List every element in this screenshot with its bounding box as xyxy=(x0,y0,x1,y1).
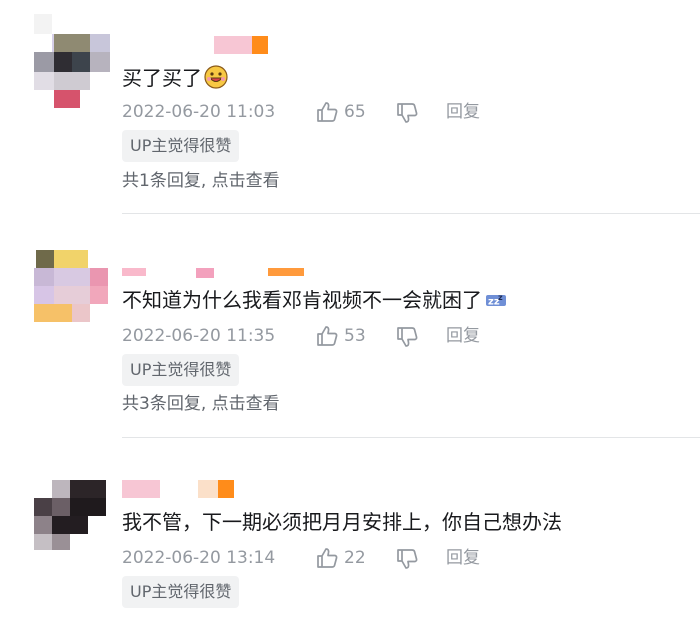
up-liked-badge: UP主觉得很赞 xyxy=(122,130,240,162)
comment-item: 我不管，下一期必须把月月安排上，你自己想办法 2022-06-20 13:14 … xyxy=(0,462,700,622)
reply-button[interactable]: 回复 xyxy=(446,100,480,124)
comment-text: 买了买了 xyxy=(122,64,228,92)
thumbs-down-icon[interactable] xyxy=(396,548,418,570)
thumbs-down-icon[interactable] xyxy=(396,102,418,124)
like-count: 53 xyxy=(344,326,366,346)
comment-meta: 2022-06-20 11:35 53 回复 xyxy=(122,324,502,348)
comment-text: 不知道为什么我看邓肯视频不一会就困了 zz z xyxy=(122,286,508,314)
comment-meta: 2022-06-20 13:14 22 回复 xyxy=(122,546,502,570)
up-liked-badge: UP主觉得很赞 xyxy=(122,576,240,608)
divider xyxy=(122,437,700,438)
reply-button[interactable]: 回复 xyxy=(446,324,480,348)
sleepy-zzz-emoji-icon: zzz xyxy=(486,293,506,308)
like-count: 22 xyxy=(344,548,366,568)
avatar[interactable] xyxy=(34,14,110,110)
like-button[interactable]: 22 xyxy=(316,546,368,570)
thumbs-up-icon xyxy=(317,326,338,346)
comment-item: 不知道为什么我看邓肯视频不一会就困了 zz z 2022-06-20 11:35 5… xyxy=(0,238,700,438)
thumbs-up-icon xyxy=(317,102,338,122)
username[interactable] xyxy=(122,268,312,288)
timestamp: 2022-06-20 13:14 xyxy=(122,548,276,568)
grinning-emoji-icon xyxy=(204,65,228,89)
svg-text:z: z xyxy=(498,293,503,302)
thumbs-up-icon xyxy=(317,548,338,568)
like-count: 65 xyxy=(344,102,366,122)
timestamp: 2022-06-20 11:03 xyxy=(122,102,276,122)
timestamp: 2022-06-20 11:35 xyxy=(122,326,276,346)
like-button[interactable]: 53 xyxy=(316,324,368,348)
avatar[interactable] xyxy=(34,238,110,334)
reply-button[interactable]: 回复 xyxy=(446,546,480,570)
username[interactable] xyxy=(122,480,262,500)
comment-text: 我不管，下一期必须把月月安排上，你自己想办法 xyxy=(122,510,562,534)
username[interactable] xyxy=(122,36,272,56)
up-liked-badge: UP主觉得很赞 xyxy=(122,354,240,386)
comment-item: 买了买了 2022-06-20 11:03 65 回复 UP主觉得很赞 共1条回… xyxy=(0,14,700,214)
comment-meta: 2022-06-20 11:03 65 回复 xyxy=(122,100,502,124)
thumbs-down-icon[interactable] xyxy=(396,326,418,348)
divider xyxy=(122,213,700,214)
avatar[interactable] xyxy=(34,462,110,558)
view-replies-link[interactable]: 共1条回复, 点击查看 xyxy=(122,169,280,193)
like-button[interactable]: 65 xyxy=(316,100,368,124)
view-replies-link[interactable]: 共3条回复, 点击查看 xyxy=(122,392,280,416)
